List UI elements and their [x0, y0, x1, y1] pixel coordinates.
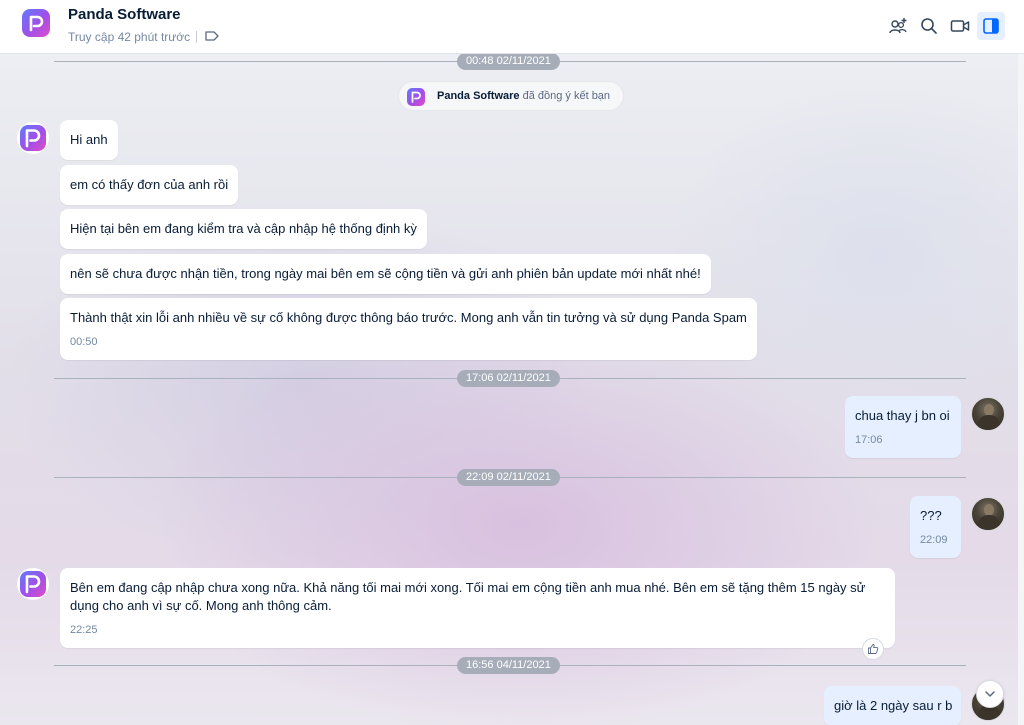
message-bubble[interactable]: em có thấy đơn của anh rồi	[60, 165, 239, 205]
message-bubble[interactable]: Hi anh	[60, 120, 118, 160]
divider	[196, 31, 197, 43]
my-avatar[interactable]	[971, 497, 1005, 531]
tag-icon[interactable]	[204, 29, 220, 48]
contact-name[interactable]: Panda Software	[68, 6, 181, 23]
sender-avatar[interactable]	[17, 568, 49, 600]
notice-name[interactable]: Panda Software	[437, 90, 520, 102]
message-text: giờ là 2 ngày sau r b	[834, 698, 953, 713]
toggle-sidebar-icon[interactable]	[977, 12, 1005, 40]
my-avatar[interactable]	[971, 397, 1005, 431]
scroll-to-bottom-button[interactable]	[976, 680, 1004, 708]
time-separator: 16:56 04/11/2021	[54, 656, 966, 676]
message-time: 22:09	[920, 534, 948, 546]
video-call-icon[interactable]	[946, 12, 974, 40]
message-text: Hi anh	[70, 132, 108, 147]
message-text: nên sẽ chưa được nhận tiền, trong ngày m…	[70, 266, 701, 281]
message-bubble[interactable]: Bên em đang cập nhập chưa xong nữa. Khả …	[60, 568, 895, 648]
my-message-bubble[interactable]: chua thay j bn oi 17:06	[845, 396, 961, 458]
time-separator: 22:09 02/11/2021	[54, 468, 966, 488]
my-message-bubble[interactable]: ??? 22:09	[910, 496, 961, 558]
chat-header: Panda Software Truy cập 42 phút trước	[0, 0, 1024, 54]
message-time: 17:06	[855, 434, 883, 446]
friend-accepted-notice: Panda Software đã đồng ý kết bạn	[398, 81, 624, 111]
add-member-icon[interactable]	[884, 12, 912, 40]
my-message-bubble[interactable]: giờ là 2 ngày sau r b	[824, 686, 961, 725]
message-text: Bên em đang cập nhập chưa xong nữa. Khả …	[70, 580, 866, 613]
message-list[interactable]: 00:48 02/11/2021 Panda Software đã đồng …	[0, 54, 1024, 725]
message-text: ???	[920, 508, 942, 523]
search-icon[interactable]	[915, 12, 943, 40]
contact-avatar[interactable]	[19, 6, 53, 40]
message-text: Hiện tại bên em đang kiểm tra và cập nhậ…	[70, 221, 417, 236]
message-text: Thành thật xin lỗi anh nhiều về sự cố kh…	[70, 310, 747, 325]
notice-text: đã đồng ý kết bạn	[519, 90, 611, 102]
chevron-down-icon	[985, 691, 995, 697]
panda-logo-icon	[407, 88, 425, 111]
time-separator: 17:06 02/11/2021	[54, 369, 966, 389]
scrollbar-track[interactable]	[1018, 54, 1024, 725]
message-bubble[interactable]: Thành thật xin lỗi anh nhiều về sự cố kh…	[60, 298, 757, 360]
message-time: 00:50	[70, 336, 98, 348]
message-time: 22:25	[70, 624, 98, 636]
message-bubble[interactable]: Hiện tại bên em đang kiểm tra và cập nhậ…	[60, 209, 427, 249]
message-text: chua thay j bn oi	[855, 408, 950, 423]
time-separator: 00:48 02/11/2021	[54, 54, 966, 72]
sender-avatar[interactable]	[17, 122, 49, 154]
last-seen-status: Truy cập 42 phút trước	[68, 30, 191, 44]
message-bubble[interactable]: nên sẽ chưa được nhận tiền, trong ngày m…	[60, 254, 711, 294]
message-text: em có thấy đơn của anh rồi	[70, 177, 229, 192]
panda-logo-icon	[22, 9, 50, 37]
